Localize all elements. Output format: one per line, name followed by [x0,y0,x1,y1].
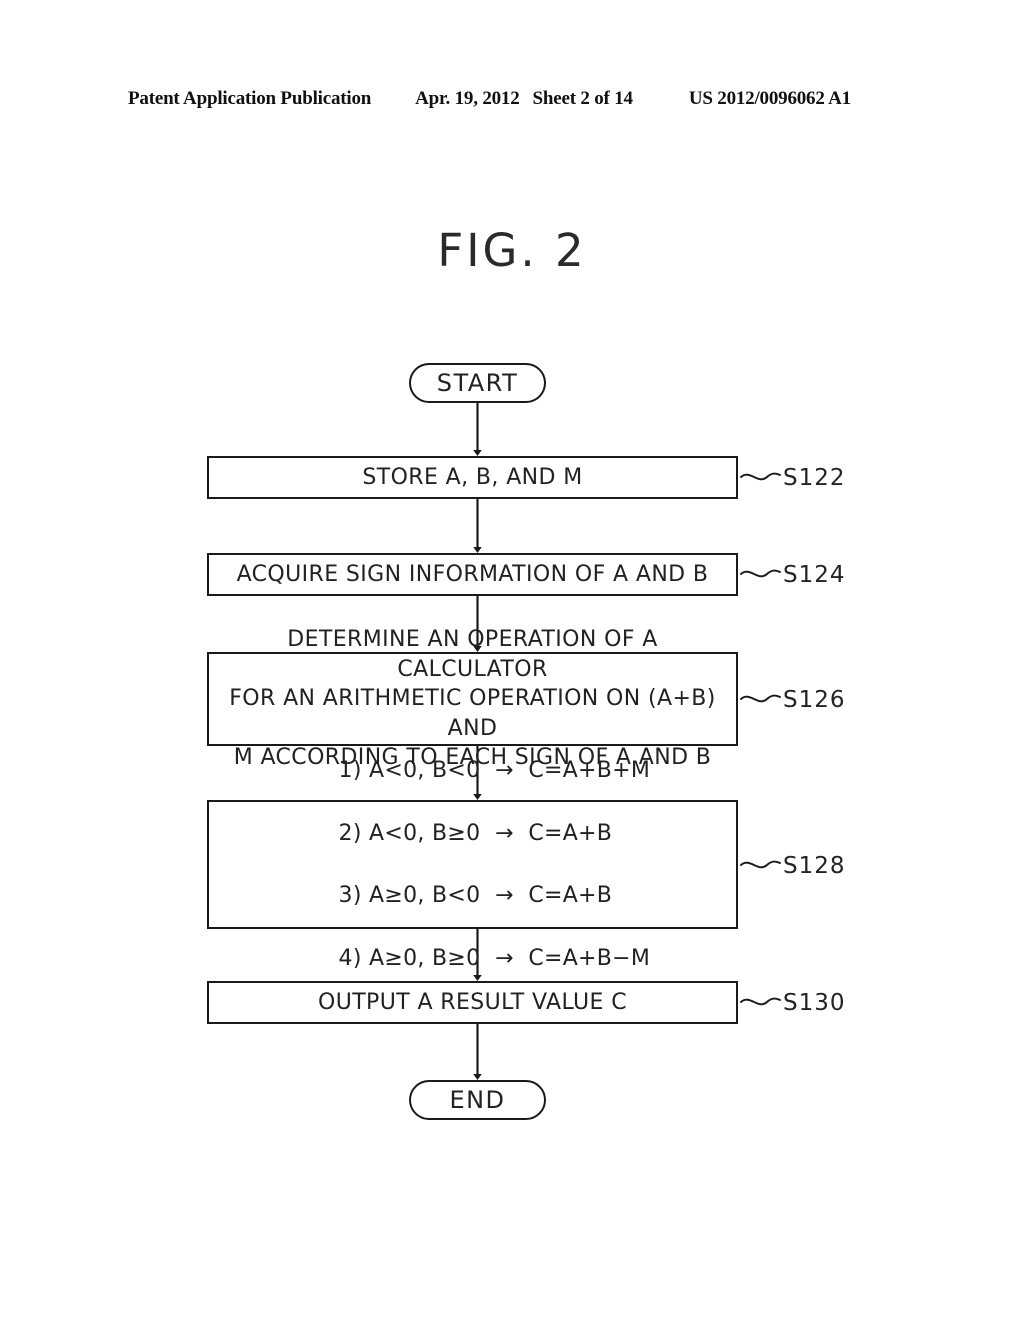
flowchart-node-s122[interactable]: STORE A, B, AND M [207,456,738,499]
node-s128-equation-list: 1) A<0, B<0 → C=A+B+M 2) A<0, B≥0 → C=A+… [295,724,650,1005]
leader-line-s128 [740,860,781,869]
leader-line-s126 [740,694,781,703]
node-s122-label: STORE A, B, AND M [362,464,583,490]
node-s128-case-3: 3) A≥0, B<0 → C=A+B [338,883,613,909]
flowchart-node-s130[interactable]: OUTPUT A RESULT VALUE C [207,981,738,1024]
node-s128-case-4: 4) A≥0, B≥0 → C=A+B−M [338,945,651,971]
leader-line-s122 [740,472,781,481]
node-s124-label: ACQUIRE SIGN INFORMATION OF A AND B [236,561,709,587]
flowchart-node-end[interactable]: END [409,1080,546,1120]
leader-line-s124 [740,569,781,578]
leader-line-s130 [740,997,781,1006]
flowchart-node-s128[interactable]: 1) A<0, B<0 → C=A+B+M 2) A<0, B≥0 → C=A+… [207,758,738,971]
flowchart-node-start[interactable]: START [409,363,546,403]
node-s130-label: OUTPUT A RESULT VALUE C [317,989,628,1015]
node-s128-case-1: 1) A<0, B<0 → C=A+B+M [338,758,651,784]
step-reference-s124: S124 [783,562,846,588]
step-reference-s130: S130 [783,990,846,1016]
step-reference-s128: S128 [783,853,846,879]
node-start-label: START [436,369,519,397]
node-s126-line-1: DETERMINE AN OPERATION OF A CALCULATOR [287,627,658,682]
step-reference-s126: S126 [783,687,846,713]
node-s128-case-2: 2) A<0, B≥0 → C=A+B [338,820,613,846]
flowchart-node-s124[interactable]: ACQUIRE SIGN INFORMATION OF A AND B [207,553,738,596]
flowchart-diagram: START STORE A, B, AND M S122 ACQUIRE SIG… [0,0,1024,1320]
node-end-label: END [449,1086,506,1114]
step-reference-s122: S122 [783,465,846,491]
